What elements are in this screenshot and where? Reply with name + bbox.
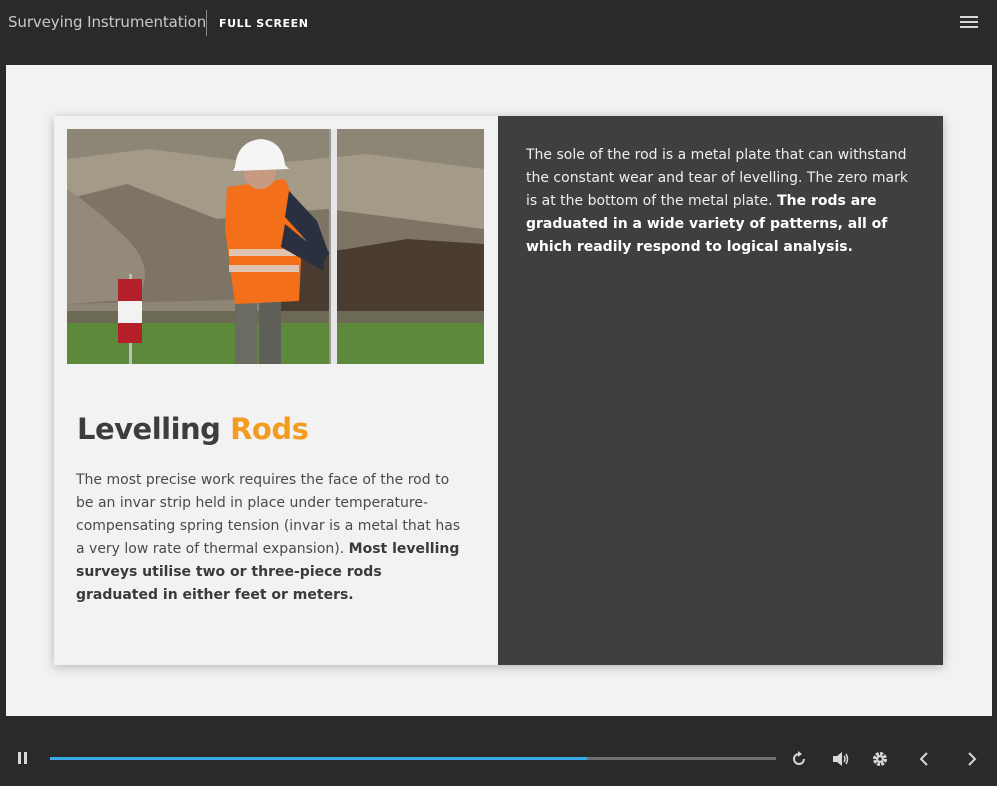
progress-bar[interactable] (50, 757, 776, 760)
course-title: Surveying Instrumentation (8, 13, 207, 31)
right-body-text: The sole of the rod is a metal plate tha… (526, 144, 916, 259)
heading-main: Levelling (77, 412, 221, 446)
slide-heading: Levelling Rods (77, 412, 309, 446)
gear-icon[interactable] (871, 750, 889, 768)
fullscreen-button[interactable]: FULL SCREEN (219, 17, 309, 30)
volume-icon[interactable] (831, 750, 851, 768)
progress-fill (50, 757, 588, 760)
right-panel: The sole of the rod is a metal plate tha… (498, 116, 943, 665)
surveyor-illustration (67, 129, 484, 364)
player-controls (0, 716, 997, 786)
heading-accent: Rods (230, 412, 309, 446)
top-bar: Surveying Instrumentation FULL SCREEN (0, 0, 997, 48)
hamburger-menu-icon[interactable] (960, 16, 978, 30)
replay-icon[interactable] (790, 750, 808, 768)
pause-icon[interactable] (16, 750, 30, 766)
chevron-right-icon[interactable] (965, 750, 979, 768)
slide-stage: Levelling Rods The most precise work req… (6, 65, 992, 716)
surveyor-photo (67, 129, 484, 364)
chevron-left-icon[interactable] (917, 750, 931, 768)
left-body-text: The most precise work requires the face … (76, 469, 466, 607)
slide-card: Levelling Rods The most precise work req… (54, 116, 943, 665)
left-panel: Levelling Rods The most precise work req… (54, 116, 498, 665)
title-divider (206, 10, 207, 36)
